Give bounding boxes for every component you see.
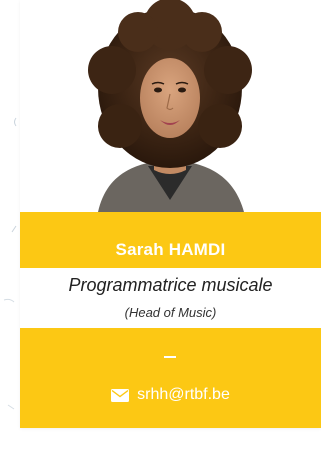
job-title-english: (Head of Music) (124, 305, 217, 320)
person-name: Sarah HAMDI (115, 240, 226, 259)
contact-section: – srhh@rtbf.be (20, 328, 321, 428)
portrait-image (20, 0, 321, 212)
envelope-icon (111, 388, 130, 402)
page: Sarah HAMDI Programmatrice musicale (Hea… (0, 0, 321, 453)
separator-dash (164, 356, 176, 358)
email-link[interactable]: srhh@rtbf.be (20, 386, 321, 404)
role-section: Programmatrice musicale (Head of Music) (20, 268, 321, 328)
profile-card: Sarah HAMDI Programmatrice musicale (Hea… (20, 0, 321, 428)
email-address[interactable]: srhh@rtbf.be (137, 386, 230, 404)
background-doodle (3, 117, 17, 410)
job-title: Programmatrice musicale (68, 275, 273, 295)
name-banner: Sarah HAMDI (20, 212, 321, 268)
profile-photo (20, 0, 321, 212)
